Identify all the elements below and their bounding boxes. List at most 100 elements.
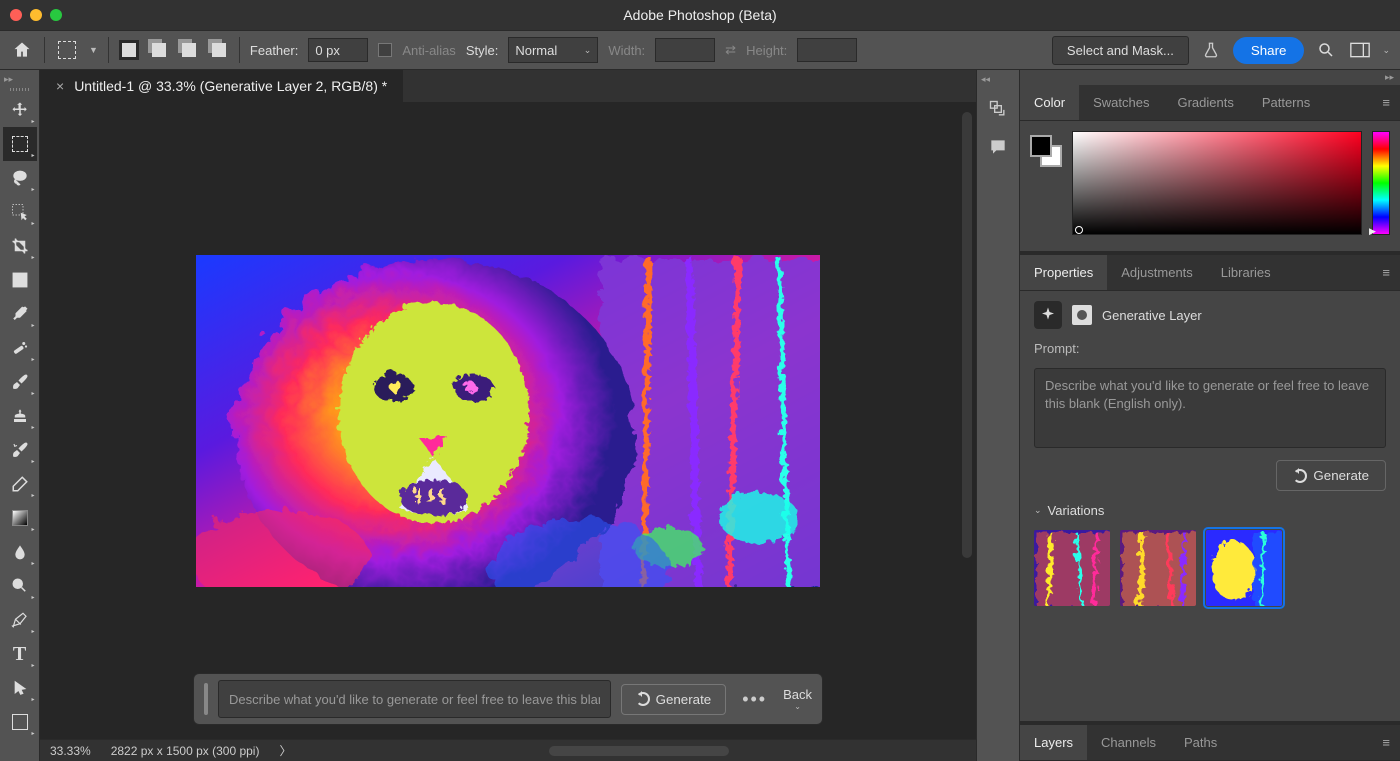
chevron-down-icon[interactable]: ▼	[89, 45, 98, 55]
document-tab[interactable]: × Untitled-1 @ 33.3% (Generative Layer 2…	[40, 70, 403, 102]
selection-new[interactable]	[119, 40, 139, 60]
options-bar: ▼ Feather: Anti-alias Style: Normal⌄ Wid…	[0, 30, 1400, 70]
zoom-level[interactable]: 33.33%	[50, 744, 91, 758]
panel-menu-icon[interactable]: ≡	[1372, 265, 1400, 280]
gradient-tool[interactable]: ▸	[3, 501, 37, 535]
path-selection-tool[interactable]: ▸	[3, 671, 37, 705]
share-button[interactable]: Share	[1233, 37, 1305, 64]
chevron-right-icon[interactable]: 〉	[279, 742, 291, 759]
feather-label: Feather:	[250, 43, 298, 58]
selection-add[interactable]	[149, 40, 169, 60]
eyedropper-tool[interactable]: ▸	[3, 297, 37, 331]
swap-wh-icon: ⇄	[725, 42, 736, 58]
selection-intersect[interactable]	[209, 40, 229, 60]
drag-handle[interactable]	[204, 683, 208, 715]
app-title: Adobe Photoshop (Beta)	[623, 7, 776, 23]
variations-toggle[interactable]: ⌄ Variations	[1034, 503, 1386, 518]
width-input	[655, 38, 715, 62]
height-input	[797, 38, 857, 62]
color-panel: ▶	[1020, 121, 1400, 251]
panel-menu-icon[interactable]: ≡	[1372, 735, 1400, 750]
right-panels: ▸▸ Color Swatches Gradients Patterns ≡ ▶…	[1020, 70, 1400, 761]
layer-mask-icon[interactable]	[1072, 305, 1092, 325]
style-select[interactable]: Normal⌄	[508, 37, 598, 63]
blur-tool[interactable]: ▸	[3, 535, 37, 569]
healing-brush-tool[interactable]: ▸	[3, 331, 37, 365]
vertical-scrollbar[interactable]	[962, 112, 972, 558]
brush-tool[interactable]: ▸	[3, 365, 37, 399]
fg-bg-swatch[interactable]	[1030, 135, 1062, 167]
rectangular-marquee-tool[interactable]: ▸	[3, 127, 37, 161]
antialias-checkbox	[378, 43, 392, 57]
search-icon[interactable]	[1314, 38, 1338, 62]
canvas[interactable]	[196, 255, 820, 587]
select-and-mask-button[interactable]: Select and Mask...	[1052, 36, 1189, 65]
generate-button[interactable]: Generate	[621, 684, 727, 715]
clone-stamp-tool[interactable]: ▸	[3, 399, 37, 433]
expand-icon[interactable]: ▸▸	[1020, 70, 1400, 85]
doc-dimensions[interactable]: 2822 px x 1500 px (300 ppi)	[111, 744, 260, 758]
foreground-color[interactable]	[1030, 135, 1052, 157]
panel-menu-icon[interactable]: ≡	[1372, 95, 1400, 110]
workspace-icon[interactable]	[1348, 38, 1372, 62]
width-label: Width:	[608, 43, 645, 58]
generate-button-panel[interactable]: Generate	[1276, 460, 1386, 491]
flask-icon[interactable]	[1199, 38, 1223, 62]
hue-slider[interactable]: ▶	[1372, 131, 1390, 235]
collapsed-panel-strip: ◂◂	[976, 70, 1020, 761]
lasso-tool[interactable]: ▸	[3, 161, 37, 195]
close-tab-icon[interactable]: ×	[56, 78, 64, 94]
home-icon[interactable]	[10, 38, 34, 62]
back-button[interactable]: Back ⌄	[783, 687, 812, 711]
eraser-tool[interactable]: ▸	[3, 467, 37, 501]
toolbox: ▸▸ ▸ ▸ ▸ ▸ ▸ ▸ ▸ ▸ ▸ ▸ ▸ ▸ ▸ ▸ ▸ T▸ ▸ ▸	[0, 70, 40, 761]
frame-tool[interactable]	[3, 263, 37, 297]
tab-gradients[interactable]: Gradients	[1163, 85, 1247, 120]
tab-properties[interactable]: Properties	[1020, 255, 1107, 290]
horizontal-scrollbar[interactable]	[549, 746, 729, 756]
type-tool[interactable]: T▸	[3, 637, 37, 671]
document-tabs: × Untitled-1 @ 33.3% (Generative Layer 2…	[40, 70, 976, 102]
history-panel-icon[interactable]	[984, 95, 1012, 123]
tool-preset[interactable]	[55, 38, 79, 62]
color-picker[interactable]	[1072, 131, 1362, 235]
title-bar: Adobe Photoshop (Beta)	[0, 0, 1400, 30]
prompt-input[interactable]	[218, 680, 611, 718]
variation-2[interactable]	[1120, 530, 1196, 606]
tab-layers[interactable]: Layers	[1020, 725, 1087, 760]
panel-grip[interactable]	[5, 85, 35, 93]
maximize-window[interactable]	[50, 9, 62, 21]
expand-toolbar-icon[interactable]: ▸▸	[4, 74, 13, 85]
generative-layer-icon	[1034, 301, 1062, 329]
expand-panels-icon[interactable]: ◂◂	[981, 74, 990, 85]
close-window[interactable]	[10, 9, 22, 21]
tab-channels[interactable]: Channels	[1087, 725, 1170, 760]
feather-input[interactable]	[308, 38, 368, 62]
crop-tool[interactable]: ▸	[3, 229, 37, 263]
chevron-down-icon[interactable]: ⌄	[1382, 45, 1390, 56]
style-label: Style:	[466, 43, 499, 58]
dodge-tool[interactable]: ▸	[3, 569, 37, 603]
variation-3[interactable]	[1206, 530, 1282, 606]
tab-color[interactable]: Color	[1020, 85, 1079, 120]
tab-libraries[interactable]: Libraries	[1207, 255, 1285, 290]
history-brush-tool[interactable]: ▸	[3, 433, 37, 467]
tab-patterns[interactable]: Patterns	[1248, 85, 1324, 120]
variation-1[interactable]	[1034, 530, 1110, 606]
status-bar: 33.33% 2822 px x 1500 px (300 ppi) 〉	[40, 739, 976, 761]
rectangle-tool[interactable]: ▸	[3, 705, 37, 739]
comments-panel-icon[interactable]	[984, 133, 1012, 161]
prompt-textarea[interactable]: Describe what you'd like to generate or …	[1034, 368, 1386, 448]
tab-adjustments[interactable]: Adjustments	[1107, 255, 1207, 290]
object-selection-tool[interactable]: ▸	[3, 195, 37, 229]
more-options-icon[interactable]: •••	[736, 689, 773, 710]
move-tool[interactable]: ▸	[3, 93, 37, 127]
selection-subtract[interactable]	[179, 40, 199, 60]
tab-swatches[interactable]: Swatches	[1079, 85, 1163, 120]
contextual-task-bar: Generate ••• Back ⌄	[193, 673, 823, 725]
canvas-area[interactable]: Generate ••• Back ⌄	[40, 102, 976, 739]
tab-paths[interactable]: Paths	[1170, 725, 1231, 760]
minimize-window[interactable]	[30, 9, 42, 21]
pen-tool[interactable]: ▸	[3, 603, 37, 637]
antialias-label: Anti-alias	[402, 43, 455, 58]
